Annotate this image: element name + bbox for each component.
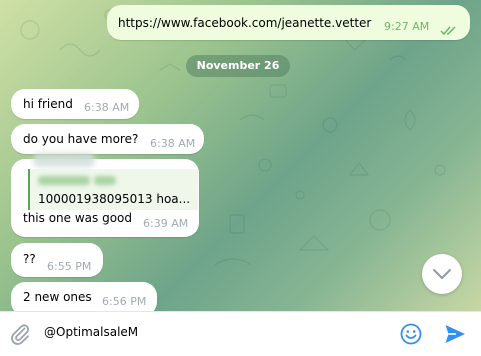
message-incoming[interactable]: 100001938095013 hoa... this one was good… xyxy=(11,153,199,237)
message-outgoing[interactable]: https://www.facebook.com/jeanette.vetter… xyxy=(107,5,470,40)
message-incoming[interactable]: hi friend 6:38 AM xyxy=(11,89,139,119)
message-text: do you have more? xyxy=(23,132,139,146)
paperclip-icon[interactable] xyxy=(8,322,32,346)
blurred-sender-name xyxy=(38,176,90,185)
message-text: hi friend xyxy=(23,97,73,111)
scroll-to-bottom-button[interactable] xyxy=(422,254,462,294)
double-check-icon xyxy=(440,21,458,40)
blurred-content xyxy=(33,153,95,167)
message-text: ?? xyxy=(23,252,36,266)
message-text: this one was good xyxy=(23,211,133,225)
message-incoming[interactable]: do you have more? 6:38 AM xyxy=(11,124,204,154)
message-text: 2 new ones xyxy=(23,290,92,304)
message-time: 9:27 AM xyxy=(384,20,430,33)
reply-preview-text: 100001938095013 hoa... xyxy=(38,192,191,206)
message-time: 6:55 PM xyxy=(47,260,92,273)
message-time: 6:38 AM xyxy=(84,101,130,114)
reply-preview[interactable]: 100001938095013 hoa... xyxy=(28,169,198,210)
date-separator: November 26 xyxy=(186,55,290,77)
message-time: 6:56 PM xyxy=(102,295,147,308)
message-incoming[interactable]: ?? 6:55 PM xyxy=(11,243,103,277)
chevron-down-icon xyxy=(433,269,451,279)
blurred-sender-name xyxy=(94,176,116,185)
message-link[interactable]: https://www.facebook.com/jeanette.vetter xyxy=(118,16,371,30)
chat-window: https://www.facebook.com/jeanette.vetter… xyxy=(0,0,481,356)
send-icon[interactable] xyxy=(443,322,467,346)
smiley-icon[interactable] xyxy=(399,322,423,346)
message-composer: @OptimalsaleM xyxy=(0,311,481,356)
message-time: 6:39 AM xyxy=(143,217,189,230)
message-input[interactable]: @OptimalsaleM xyxy=(44,325,384,339)
message-time: 6:38 AM xyxy=(150,137,196,150)
